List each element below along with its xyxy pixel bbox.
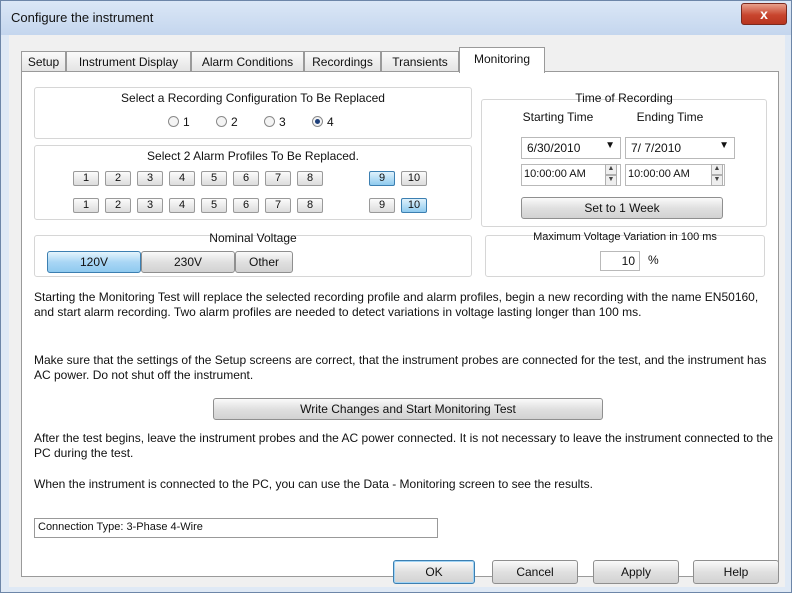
end-date-value: 7/ 7/2010 (631, 141, 682, 155)
starting-time-label: Starting Time (522, 110, 594, 124)
spin-down-icon[interactable]: ▼ (605, 175, 617, 186)
cancel-button[interactable]: Cancel (492, 560, 578, 584)
start-date-picker[interactable]: 6/30/2010 ▼ (521, 137, 621, 159)
time-of-recording-label: Time of Recording (575, 91, 673, 105)
end-time-field[interactable]: 10:00:00 AM (625, 164, 725, 186)
alarm-profile-row2-10[interactable]: 10 (401, 198, 427, 213)
chevron-down-icon[interactable]: ▼ (719, 140, 729, 151)
recording-config-label: Select a Recording Configuration To Be R… (121, 91, 385, 105)
alarm-profile-row1-1[interactable]: 1 (73, 171, 99, 186)
alarm-profile-row1-3[interactable]: 3 (137, 171, 163, 186)
alarm-profile-row2-7[interactable]: 7 (265, 198, 291, 213)
alarm-profile-row2-9[interactable]: 9 (369, 198, 395, 213)
voltage-other-button[interactable]: Other (235, 251, 293, 273)
alarm-profile-row2-5[interactable]: 5 (201, 198, 227, 213)
apply-button[interactable]: Apply (593, 560, 679, 584)
recording-radio-2[interactable] (216, 116, 227, 127)
tab-transients[interactable]: Transients (381, 51, 459, 71)
percent-unit: % (648, 253, 659, 267)
alarm-profile-row1-10[interactable]: 10 (401, 171, 427, 186)
connection-type-text: Connection Type: 3-Phase 4-Wire (38, 521, 203, 533)
alarm-profile-row2-2[interactable]: 2 (105, 198, 131, 213)
max-variation-input[interactable]: 10 (600, 251, 640, 271)
alarm-profile-row2-3[interactable]: 3 (137, 198, 163, 213)
info-paragraph-4: When the instrument is connected to the … (34, 477, 593, 491)
recording-radio-1[interactable] (168, 116, 179, 127)
connection-type-box: Connection Type: 3-Phase 4-Wire (34, 518, 438, 538)
alarm-profile-row1-6[interactable]: 6 (233, 171, 259, 186)
end-date-picker[interactable]: 7/ 7/2010 ▼ (625, 137, 735, 159)
info-paragraph-2: Make sure that the settings of the Setup… (34, 353, 767, 382)
tab-monitoring[interactable]: Monitoring (459, 47, 545, 73)
recording-radio-3-label: 3 (279, 115, 286, 129)
alarm-profile-row2-4[interactable]: 4 (169, 198, 195, 213)
window-title: Configure the instrument (11, 10, 154, 25)
info-paragraph-3: After the test begins, leave the instrum… (34, 431, 774, 460)
alarm-profile-row1-9[interactable]: 9 (369, 171, 395, 186)
spin-up-icon[interactable]: ▲ (605, 164, 617, 175)
alarm-profiles-label: Select 2 Alarm Profiles To Be Replaced. (147, 149, 359, 163)
close-button[interactable]: x (741, 3, 787, 25)
alarm-profile-row2-1[interactable]: 1 (73, 198, 99, 213)
recording-radio-1-label: 1 (183, 115, 190, 129)
info-paragraph-1: Starting the Monitoring Test will replac… (34, 290, 759, 319)
alarm-profile-row1-8[interactable]: 8 (297, 171, 323, 186)
set-one-week-button[interactable]: Set to 1 Week (521, 197, 723, 219)
title-bar: Configure the instrument x (1, 1, 791, 35)
alarm-profile-row1-7[interactable]: 7 (265, 171, 291, 186)
alarm-profile-row1-4[interactable]: 4 (169, 171, 195, 186)
tab-recordings[interactable]: Recordings (304, 51, 381, 71)
alarm-profile-row2-6[interactable]: 6 (233, 198, 259, 213)
nominal-voltage-label: Nominal Voltage (209, 231, 297, 245)
tab-instrument-display[interactable]: Instrument Display (66, 51, 191, 71)
tab-alarm-conditions[interactable]: Alarm Conditions (191, 51, 304, 71)
alarm-profile-row1-5[interactable]: 5 (201, 171, 227, 186)
write-start-monitoring-button[interactable]: Write Changes and Start Monitoring Test (213, 398, 603, 420)
recording-radio-4-label: 4 (327, 115, 334, 129)
max-variation-label: Maximum Voltage Variation in 100 ms (533, 231, 717, 243)
recording-radio-4[interactable] (312, 116, 323, 127)
help-button[interactable]: Help (693, 560, 779, 584)
spin-down-icon[interactable]: ▼ (711, 175, 723, 186)
max-variation-value: 10 (621, 254, 635, 268)
spin-up-icon[interactable]: ▲ (711, 164, 723, 175)
alarm-profile-row1-2[interactable]: 2 (105, 171, 131, 186)
recording-radio-2-label: 2 (231, 115, 238, 129)
ok-button[interactable]: OK (393, 560, 475, 584)
recording-radio-3[interactable] (264, 116, 275, 127)
alarm-profile-row2-8[interactable]: 8 (297, 198, 323, 213)
chevron-down-icon[interactable]: ▼ (605, 140, 615, 151)
start-date-value: 6/30/2010 (527, 141, 581, 155)
ending-time-label: Ending Time (636, 110, 704, 124)
start-time-value: 10:00:00 AM (524, 168, 586, 180)
voltage-230v-button[interactable]: 230V (141, 251, 235, 273)
tab-setup[interactable]: Setup (21, 51, 66, 71)
end-time-value: 10:00:00 AM (628, 168, 690, 180)
dialog-window: Configure the instrument x Setup Instrum… (0, 0, 792, 593)
voltage-120v-button[interactable]: 120V (47, 251, 141, 273)
